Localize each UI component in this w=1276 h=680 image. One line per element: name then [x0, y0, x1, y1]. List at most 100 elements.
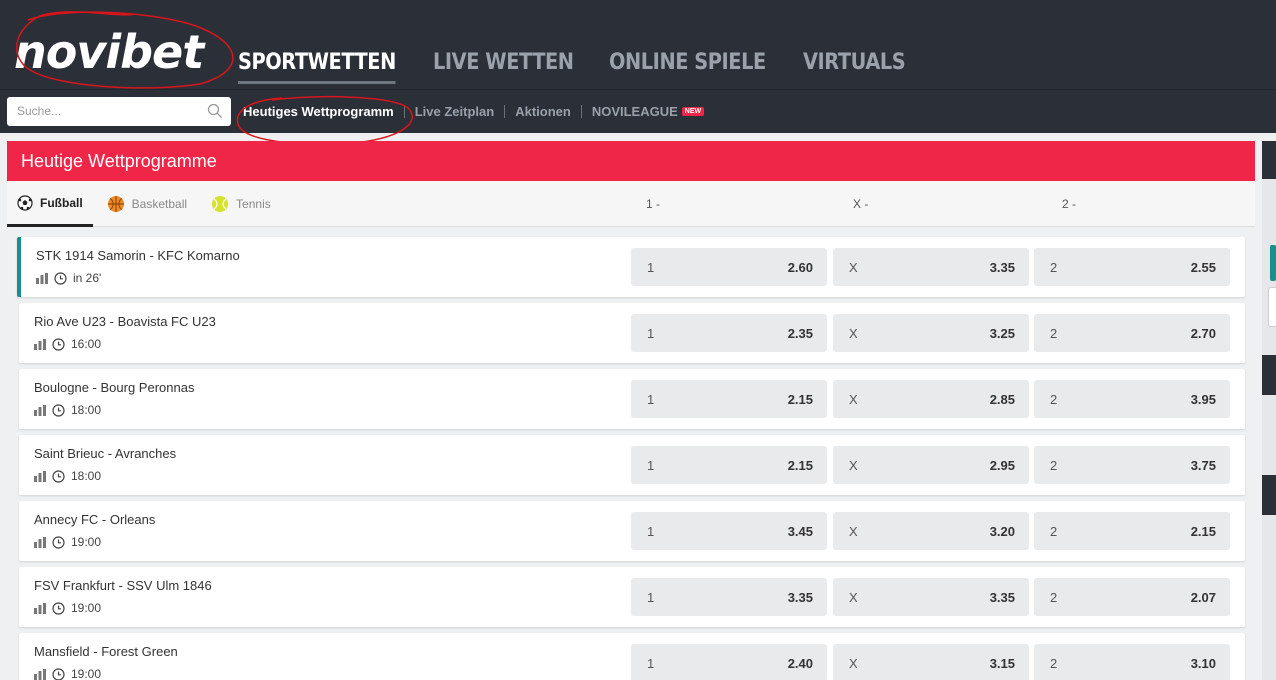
- column-header-2: 2 -: [1062, 197, 1077, 211]
- odd-label: 2: [1050, 260, 1058, 275]
- odd-button-2[interactable]: 2 3.10: [1034, 644, 1230, 680]
- odd-label: 1: [647, 524, 655, 539]
- search-icon[interactable]: [207, 103, 223, 119]
- odd-label: X: [849, 656, 858, 671]
- panel-title: Heutige Wettprogramme: [7, 141, 1255, 181]
- match-meta: 19:00: [34, 535, 101, 549]
- odd-button-2[interactable]: 2 2.70: [1034, 314, 1230, 352]
- main-navigation: SPORTWETTEN LIVE WETTEN ONLINE SPIELE VI…: [238, 46, 919, 84]
- sidebar-header-edge: [1262, 141, 1276, 179]
- match-row[interactable]: FSV Frankfurt - SSV Ulm 1846 19:00 1 3.35…: [19, 567, 1245, 627]
- odd-button-1[interactable]: 1 2.35: [631, 314, 827, 352]
- odd-button-x[interactable]: X 3.25: [833, 314, 1029, 352]
- odd-button-1[interactable]: 1 3.35: [631, 578, 827, 616]
- stats-icon[interactable]: [34, 470, 46, 482]
- match-name[interactable]: Annecy FC - Orleans: [34, 512, 155, 527]
- nav-sportwetten[interactable]: SPORTWETTEN: [238, 46, 396, 84]
- tab-tennis[interactable]: Tennis: [201, 181, 281, 227]
- match-row[interactable]: Saint Brieuc - Avranches 18:00 1 2.15 X 2.…: [19, 435, 1245, 495]
- nav-online-spiele[interactable]: ONLINE SPIELE: [609, 46, 766, 80]
- odd-label: 2: [1050, 590, 1058, 605]
- match-name[interactable]: Mansfield - Forest Green: [34, 644, 178, 659]
- nav-live-wetten[interactable]: LIVE WETTEN: [433, 46, 574, 80]
- odd-button-x[interactable]: X 3.35: [833, 248, 1029, 286]
- odd-button-1[interactable]: 1 3.45: [631, 512, 827, 550]
- sidebar-input-edge[interactable]: [1268, 287, 1276, 327]
- match-name[interactable]: Boulogne - Bourg Peronnas: [34, 380, 194, 395]
- nav-virtuals[interactable]: VIRTUALS: [803, 46, 906, 80]
- match-time: 19:00: [71, 601, 102, 615]
- subnav-live-zeitplan[interactable]: Live Zeitplan: [415, 104, 494, 119]
- odd-button-2[interactable]: 2 2.07: [1034, 578, 1230, 616]
- odd-label: 2: [1050, 326, 1058, 341]
- clock-icon: [54, 271, 67, 285]
- tab-basketball[interactable]: Basketball: [97, 181, 197, 227]
- match-time: 19:00: [71, 535, 102, 549]
- odd-button-x[interactable]: X 2.85: [833, 380, 1029, 418]
- sidebar-button-edge[interactable]: [1270, 245, 1276, 281]
- odd-button-1[interactable]: 1 2.60: [631, 248, 827, 286]
- odd-label: 1: [647, 326, 655, 341]
- match-row[interactable]: Rio Ave U23 - Boavista FC U23 16:00 1 2.3…: [19, 303, 1245, 363]
- match-time: in 26': [73, 271, 102, 285]
- sport-tabs: Fußball Basketball Tennis 1 - X - 2 -: [7, 181, 1255, 227]
- odd-label: 1: [647, 590, 655, 605]
- match-name[interactable]: Saint Brieuc - Avranches: [34, 446, 176, 461]
- odd-label: 1: [647, 656, 655, 671]
- odd-button-1[interactable]: 1 2.40: [631, 644, 827, 680]
- odd-value: 2.95: [989, 458, 1015, 473]
- match-row[interactable]: Boulogne - Bourg Peronnas 18:00 1 2.15 X2…: [19, 369, 1245, 429]
- stats-icon[interactable]: [34, 602, 46, 614]
- stats-icon[interactable]: [34, 668, 46, 680]
- search-box[interactable]: Suche...: [7, 97, 231, 126]
- logo-annotation-scribble: [16, 11, 234, 89]
- tab-fussball[interactable]: Fußball: [7, 181, 93, 227]
- odd-value: 2.15: [787, 458, 813, 473]
- odd-button-1[interactable]: 1 2.15: [631, 380, 827, 418]
- todays-program-panel: Heutige Wettprogramme Fußball Basketball: [7, 141, 1255, 227]
- match-meta: 18:00: [34, 403, 101, 417]
- match-name[interactable]: STK 1914 Samorin - KFC Komarno: [36, 248, 240, 263]
- stats-icon[interactable]: [34, 536, 46, 548]
- clock-icon: [52, 403, 65, 417]
- odd-button-2[interactable]: 2 3.95: [1034, 380, 1230, 418]
- odd-label: 2: [1050, 458, 1058, 473]
- odd-value: 2.60: [787, 260, 813, 275]
- odd-value: 2.85: [989, 392, 1015, 407]
- sidebar-section-edge: [1262, 475, 1276, 515]
- match-name[interactable]: FSV Frankfurt - SSV Ulm 1846: [34, 578, 212, 593]
- clock-icon: [52, 535, 65, 549]
- subnav-novileague[interactable]: NOVILEAGUE: [592, 104, 678, 119]
- odd-label: X: [849, 326, 858, 341]
- divider: [580, 105, 582, 118]
- odd-button-2[interactable]: 2 2.55: [1034, 248, 1230, 286]
- odd-button-x[interactable]: X 2.95: [833, 446, 1029, 484]
- odd-label: X: [849, 524, 858, 539]
- odd-value: 3.20: [989, 524, 1015, 539]
- tab-label: Fußball: [40, 195, 83, 210]
- subnav-aktionen[interactable]: Aktionen: [515, 104, 571, 119]
- tennis-ball-icon: [212, 196, 229, 212]
- sidebar-section-edge: [1262, 355, 1276, 395]
- match-row[interactable]: STK 1914 Samorin - KFC Komarno in 26' 12…: [17, 237, 1245, 297]
- odd-button-x[interactable]: X 3.20: [833, 512, 1029, 550]
- match-meta: 19:00: [34, 667, 101, 680]
- match-row[interactable]: Annecy FC - Orleans 19:00 1 3.45 X 3.20 22…: [19, 501, 1245, 561]
- odd-button-1[interactable]: 1 2.15: [631, 446, 827, 484]
- match-name[interactable]: Rio Ave U23 - Boavista FC U23: [34, 314, 216, 329]
- stats-icon[interactable]: [34, 338, 46, 350]
- odd-label: X: [849, 260, 858, 275]
- search-input[interactable]: Suche...: [17, 104, 61, 118]
- odd-button-2[interactable]: 2 2.15: [1034, 512, 1230, 550]
- stats-icon[interactable]: [34, 404, 46, 416]
- odd-button-x[interactable]: X 3.15: [833, 644, 1029, 680]
- odd-label: 1: [647, 458, 655, 473]
- odd-button-2[interactable]: 2 3.75: [1034, 446, 1230, 484]
- match-row[interactable]: Mansfield - Forest Green 19:00 1 2.40 X 3.…: [19, 633, 1245, 680]
- stats-icon[interactable]: [36, 272, 48, 284]
- odd-button-x[interactable]: X 3.35: [833, 578, 1029, 616]
- column-header-1: 1 -: [646, 197, 661, 211]
- clock-icon: [52, 469, 65, 483]
- odd-value: 2.55: [1190, 260, 1216, 275]
- tab-label: Tennis: [236, 197, 271, 211]
